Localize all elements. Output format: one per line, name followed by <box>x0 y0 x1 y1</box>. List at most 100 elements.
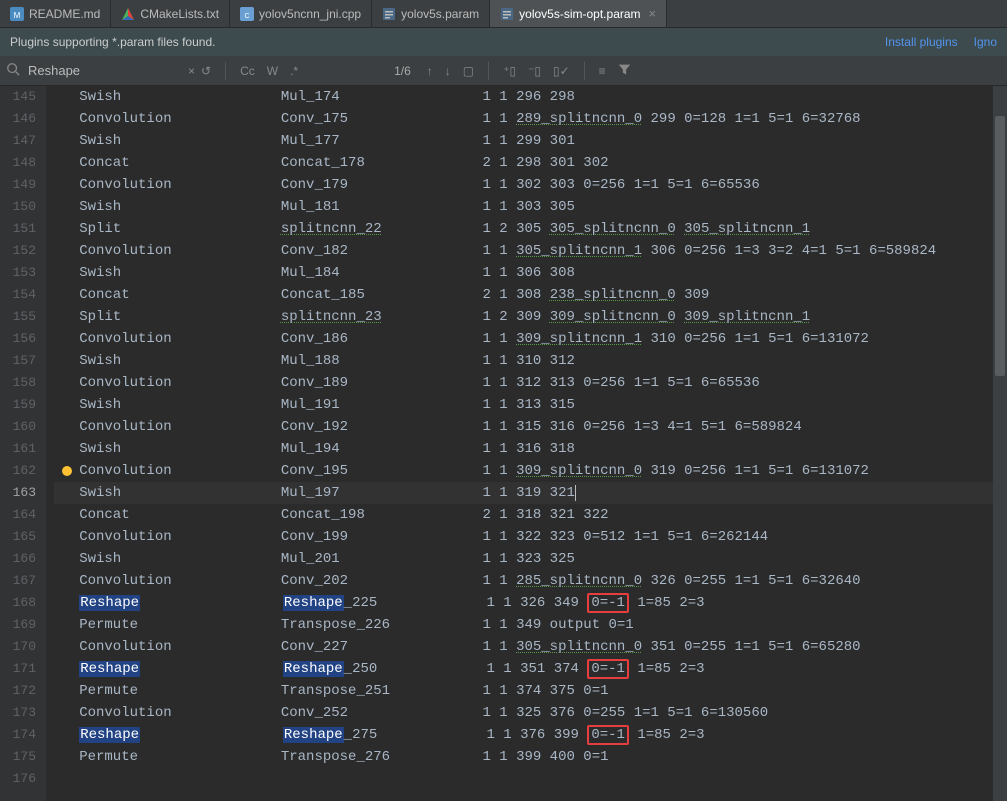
code-line[interactable]: Concat Concat_185 2 1 308 238_splitncnn_… <box>54 284 993 306</box>
remove-selection-icon[interactable]: ⁻▯ <box>528 64 541 78</box>
line-number: 157 <box>0 350 36 372</box>
code-line[interactable]: Concat Concat_198 2 1 318 321 322 <box>54 504 993 526</box>
code-line[interactable]: Swish Mul_188 1 1 310 312 <box>54 350 993 372</box>
tab-label: yolov5s-sim-opt.param <box>519 7 640 21</box>
line-number: 156 <box>0 328 36 350</box>
next-match-icon[interactable]: ↓ <box>445 64 451 78</box>
line-number: 175 <box>0 746 36 768</box>
line-number: 146 <box>0 108 36 130</box>
code-line[interactable]: Convolution Conv_175 1 1 289_splitncnn_0… <box>54 108 993 130</box>
scrollbar-thumb[interactable] <box>995 116 1005 376</box>
line-number: 150 <box>0 196 36 218</box>
code-line[interactable]: Split splitncnn_22 1 2 305 305_splitncnn… <box>54 218 993 240</box>
code-line[interactable]: Convolution Conv_186 1 1 309_splitncnn_1… <box>54 328 993 350</box>
line-number: 165 <box>0 526 36 548</box>
prev-match-icon[interactable]: ↑ <box>427 64 433 78</box>
code-line[interactable]: Swish Mul_177 1 1 299 301 <box>54 130 993 152</box>
code-line[interactable]: Swish Mul_194 1 1 316 318 <box>54 438 993 460</box>
words-toggle[interactable]: W <box>267 64 278 78</box>
line-number: 151 <box>0 218 36 240</box>
match-case-toggle[interactable]: Cc <box>240 64 255 78</box>
cpp-file-icon: C <box>240 7 254 21</box>
code-line[interactable]: Permute Transpose_226 1 1 349 output 0=1 <box>54 614 993 636</box>
code-line[interactable]: Convolution Conv_202 1 1 285_splitncnn_0… <box>54 570 993 592</box>
find-input[interactable] <box>28 63 178 78</box>
find-counter: 1/6 <box>394 64 411 78</box>
line-number: 169 <box>0 614 36 636</box>
install-plugins-link[interactable]: Install plugins <box>885 35 958 49</box>
tab-yolov5s-param[interactable]: yolov5s.param <box>372 0 490 27</box>
code-line[interactable]: Swish Mul_181 1 1 303 305 <box>54 196 993 218</box>
select-all-icon[interactable]: ▢ <box>463 64 474 78</box>
search-icon <box>6 62 20 79</box>
line-number: 162 <box>0 460 36 482</box>
code-line[interactable]: Reshape Reshape_250 1 1 351 374 0=-1 1=8… <box>54 658 993 680</box>
code-line[interactable]: Convolution Conv_182 1 1 305_splitncnn_1… <box>54 240 993 262</box>
code-line[interactable]: Convolution Conv_227 1 1 305_splitncnn_0… <box>54 636 993 658</box>
notice-text: Plugins supporting *.param files found. <box>10 35 215 49</box>
tab-label: README.md <box>29 7 100 21</box>
line-number: 172 <box>0 680 36 702</box>
editor-tabs: M README.md CMakeLists.txt Cyolov5ncnn_jni.… <box>0 0 1007 28</box>
add-selection-icon[interactable]: ⁺▯ <box>503 64 516 78</box>
highlighted-param: 0=-1 <box>587 725 629 745</box>
line-number: 163 <box>0 482 36 504</box>
toggle-selection-icon[interactable]: ≡ <box>599 64 606 78</box>
select-all-occurrences-icon[interactable]: ▯✓ <box>553 64 570 78</box>
tab-CMakeLists-txt[interactable]: CMakeLists.txt <box>111 0 230 27</box>
tab-yolov5ncnn_jni-cpp[interactable]: Cyolov5ncnn_jni.cpp <box>230 0 372 27</box>
close-icon[interactable]: × <box>649 6 657 21</box>
tab-label: yolov5s.param <box>401 7 479 21</box>
code-line[interactable]: Split splitncnn_23 1 2 309 309_splitncnn… <box>54 306 993 328</box>
line-number: 174 <box>0 724 36 746</box>
code-line[interactable]: Convolution Conv_192 1 1 315 316 0=256 1… <box>54 416 993 438</box>
line-number: 149 <box>0 174 36 196</box>
code-line[interactable]: Swish Mul_191 1 1 313 315 <box>54 394 993 416</box>
code-line[interactable]: Reshape Reshape_225 1 1 326 349 0=-1 1=8… <box>54 592 993 614</box>
line-number: 167 <box>0 570 36 592</box>
code-line[interactable]: Swish Mul_184 1 1 306 308 <box>54 262 993 284</box>
code-area[interactable]: Swish Mul_174 1 1 296 298 Convolution Co… <box>46 86 993 801</box>
code-line[interactable] <box>54 768 993 790</box>
line-number: 158 <box>0 372 36 394</box>
code-line[interactable]: Convolution Conv_199 1 1 322 323 0=512 1… <box>54 526 993 548</box>
code-line[interactable]: Convolution Conv_195 1 1 309_splitncnn_0… <box>54 460 993 482</box>
line-number: 176 <box>0 768 36 790</box>
tab-yolov5s-sim-opt-param[interactable]: yolov5s-sim-opt.param × <box>490 0 667 27</box>
code-line[interactable]: Swish Mul_174 1 1 296 298 <box>54 86 993 108</box>
code-line[interactable]: Reshape Reshape_275 1 1 376 399 0=-1 1=8… <box>54 724 993 746</box>
line-number: 152 <box>0 240 36 262</box>
code-line[interactable]: Swish Mul_201 1 1 323 325 <box>54 548 993 570</box>
param-file-icon <box>382 7 396 21</box>
tab-label: CMakeLists.txt <box>140 7 219 21</box>
code-line[interactable]: Concat Concat_178 2 1 298 301 302 <box>54 152 993 174</box>
code-line[interactable]: Convolution Conv_189 1 1 312 313 0=256 1… <box>54 372 993 394</box>
find-bar: × ↺ Cc W .* 1/6 ↑ ↓ ▢ ⁺▯ ⁻▯ ▯✓ ≡ <box>0 56 1007 86</box>
tab-README-md[interactable]: M README.md <box>0 0 111 27</box>
plugin-notice: Plugins supporting *.param files found. … <box>0 28 1007 56</box>
line-number: 155 <box>0 306 36 328</box>
ignore-link[interactable]: Igno <box>974 35 997 49</box>
code-line[interactable]: Permute Transpose_276 1 1 399 400 0=1 <box>54 746 993 768</box>
find-history-icon[interactable]: ↺ <box>201 64 211 78</box>
code-line[interactable]: Convolution Conv_252 1 1 325 376 0=255 1… <box>54 702 993 724</box>
line-number: 154 <box>0 284 36 306</box>
line-number: 170 <box>0 636 36 658</box>
find-clear-icon[interactable]: × <box>188 64 195 78</box>
line-number: 173 <box>0 702 36 724</box>
line-number: 171 <box>0 658 36 680</box>
filter-icon[interactable] <box>618 63 631 79</box>
code-line[interactable]: Convolution Conv_179 1 1 302 303 0=256 1… <box>54 174 993 196</box>
code-line[interactable]: Swish Mul_197 1 1 319 321 <box>54 482 993 504</box>
highlighted-param: 0=-1 <box>587 593 629 613</box>
param-file-icon <box>500 7 514 21</box>
line-number: 164 <box>0 504 36 526</box>
svg-text:M: M <box>14 11 21 20</box>
line-number: 145 <box>0 86 36 108</box>
line-number: 168 <box>0 592 36 614</box>
regex-toggle[interactable]: .* <box>290 64 298 78</box>
svg-text:C: C <box>245 13 250 20</box>
vertical-scrollbar[interactable] <box>993 86 1007 801</box>
code-line[interactable]: Permute Transpose_251 1 1 374 375 0=1 <box>54 680 993 702</box>
line-number: 159 <box>0 394 36 416</box>
